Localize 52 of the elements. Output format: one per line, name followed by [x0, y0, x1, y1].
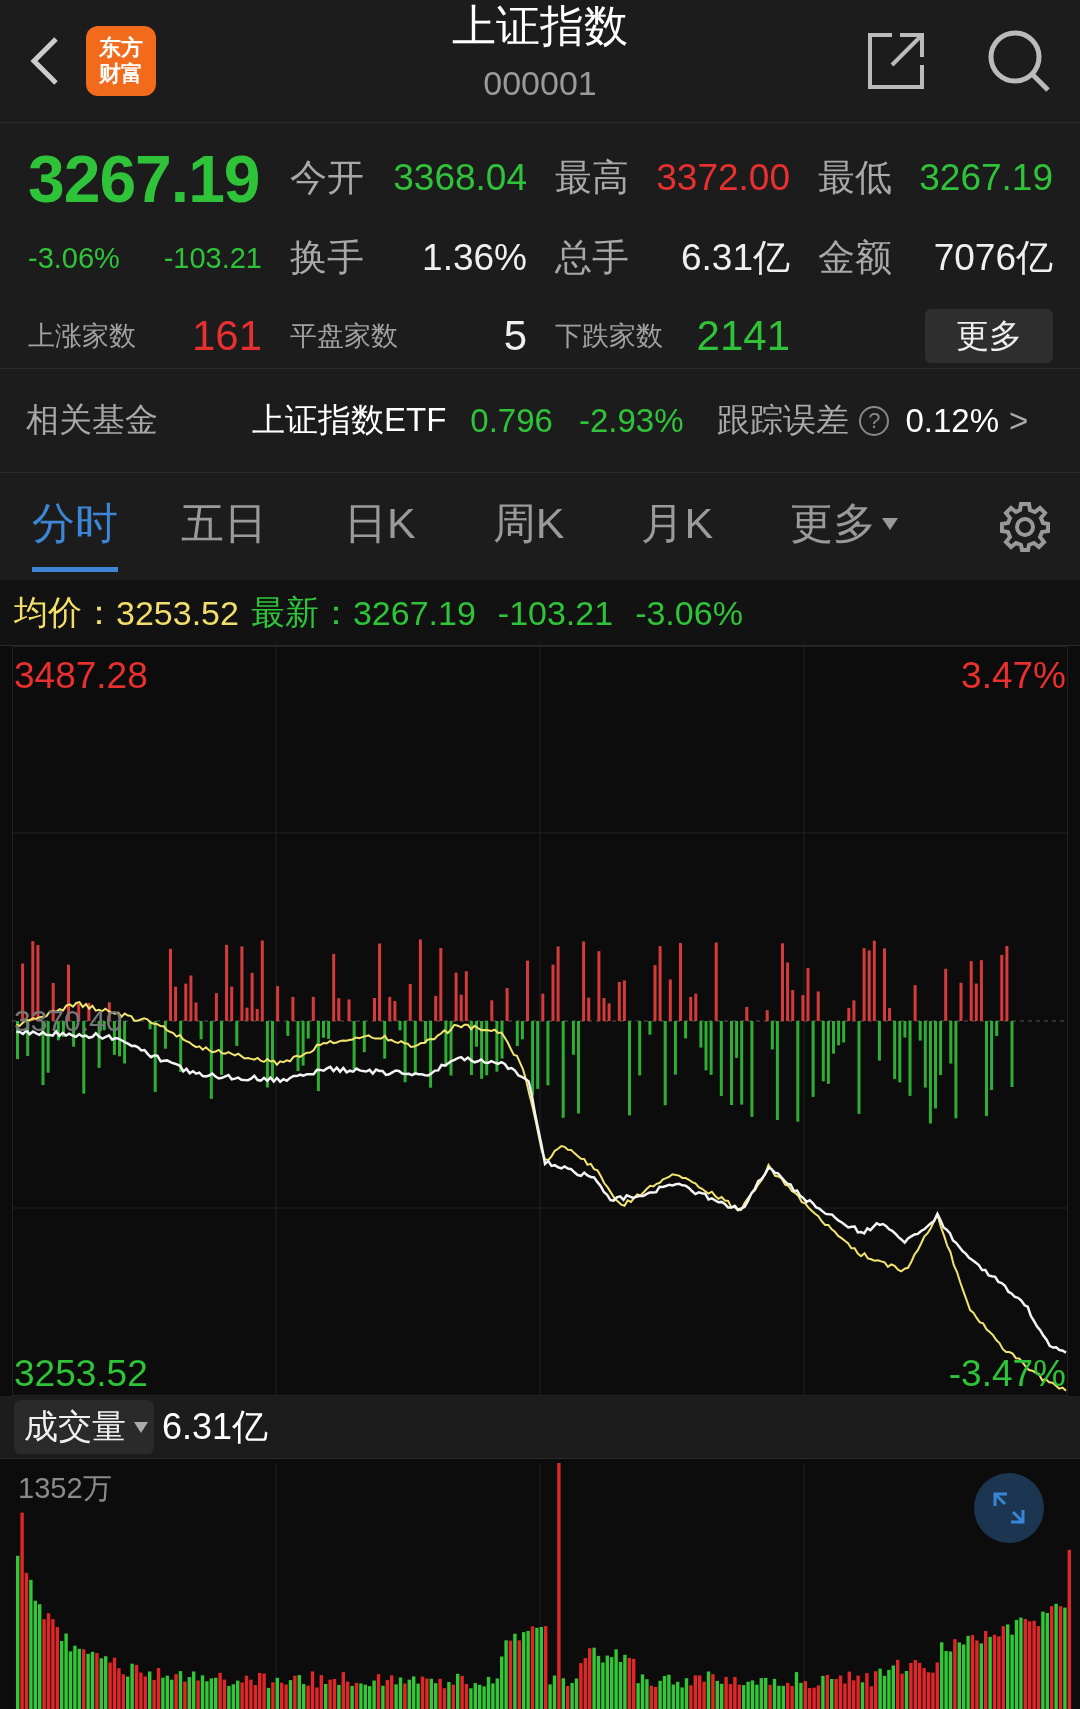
- chart-tab[interactable]: 日K: [344, 495, 416, 572]
- latest-price-label: 最新：: [250, 592, 353, 633]
- stat-label: 最低: [818, 156, 892, 200]
- stat-value: 7076亿: [933, 236, 1053, 280]
- chart-tab[interactable]: 分时: [32, 495, 118, 572]
- page-title: 上证指数: [452, 0, 628, 52]
- stat-value: 3267.19: [919, 157, 1053, 199]
- stat-value: 1.36%: [422, 237, 527, 279]
- stat-label: 今开: [290, 156, 364, 200]
- indicator-dropdown[interactable]: 成交量: [14, 1400, 154, 1454]
- stat-value: 161: [191, 312, 262, 360]
- tracking-error-label: 跟踪误差: [717, 400, 850, 440]
- average-price: 3253.52: [116, 593, 239, 633]
- last-price: 3267.19: [28, 141, 261, 218]
- stat-value: 2141: [696, 312, 790, 360]
- logo-text: 财富: [99, 61, 143, 87]
- stat-label: 换手: [290, 236, 364, 280]
- fund-name[interactable]: 上证指数ETF: [252, 398, 447, 443]
- stat-label: 最高: [555, 156, 629, 200]
- average-price-label: 均价：: [14, 592, 116, 633]
- fund-section-label: 相关基金: [26, 400, 159, 440]
- axis-min-price: 3253.52: [14, 1354, 148, 1394]
- fund-price: 0.796: [470, 401, 553, 440]
- latest-change: -103.21: [497, 593, 614, 633]
- axis-max-percent: 3.47%: [961, 656, 1066, 696]
- latest-price: 3267.19: [352, 593, 476, 633]
- stat-label: 平盘家数: [290, 320, 398, 353]
- stock-code: 000001: [483, 63, 597, 104]
- more-button[interactable]: 更多: [925, 309, 1053, 363]
- latest-change-percent: -3.06%: [635, 593, 743, 633]
- change-amount: -103.21: [163, 241, 262, 275]
- chart-tab[interactable]: 月K: [641, 495, 714, 572]
- stat-label: 上涨家数: [28, 320, 136, 353]
- logo-text: 东方: [99, 35, 143, 61]
- chart-tab[interactable]: 周K: [492, 495, 565, 572]
- stat-value: 5: [503, 312, 527, 360]
- stat-value: 3368.04: [393, 157, 527, 199]
- stat-value: 6.31亿: [681, 236, 790, 280]
- stat-label: 下跌家数: [555, 320, 663, 353]
- stat-value: 3372.00: [656, 157, 790, 199]
- change-percent: -3.06%: [28, 241, 120, 275]
- volume-max-label: 1352万: [18, 1471, 112, 1506]
- fund-change: -2.93%: [578, 401, 684, 440]
- chart-tab[interactable]: 五日: [181, 495, 267, 572]
- volume-total: 6.31亿: [162, 1404, 269, 1449]
- axis-max-price: 3487.28: [14, 656, 148, 696]
- chart-tab[interactable]: 更多: [790, 495, 899, 572]
- tracking-error-value: 0.12%: [905, 401, 1000, 440]
- chevron-icon[interactable]: >: [1009, 401, 1029, 440]
- help-icon[interactable]: ?: [859, 405, 890, 436]
- stat-label: 总手: [555, 236, 629, 280]
- stat-label: 金额: [818, 236, 892, 280]
